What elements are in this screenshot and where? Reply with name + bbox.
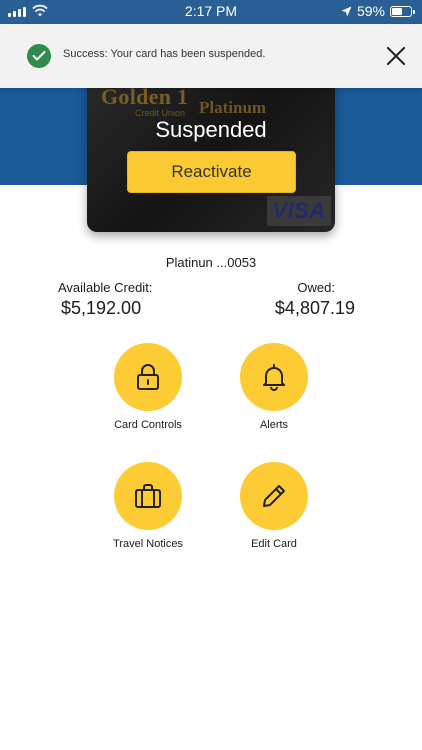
card-controls-button[interactable] xyxy=(114,343,182,411)
battery-icon xyxy=(390,5,415,17)
alerts-button[interactable] xyxy=(240,343,308,411)
battery-percent: 59% xyxy=(356,3,385,19)
alerts-action[interactable]: Alerts xyxy=(219,343,329,431)
reactivate-button[interactable]: Reactivate xyxy=(127,151,296,193)
banner-message: Success: Your card has been suspended. xyxy=(63,48,266,60)
lock-icon xyxy=(137,364,159,390)
owed-label: Owed: xyxy=(297,280,335,295)
card-tier: Platinum xyxy=(199,98,267,117)
edit-card-action[interactable]: Edit Card xyxy=(219,462,329,550)
check-circle-icon xyxy=(27,44,51,68)
success-banner: Success: Your card has been suspended. xyxy=(0,24,422,88)
card-status: Suspended xyxy=(155,117,267,142)
travel-notices-label: Travel Notices xyxy=(113,538,183,550)
visa-logo: VISA xyxy=(267,196,331,226)
card-controls-action[interactable]: Card Controls xyxy=(93,343,203,431)
travel-notices-button[interactable] xyxy=(114,462,182,530)
card-name: Platinun ...0053 xyxy=(165,255,257,270)
available-credit-value: $5,192.00 xyxy=(61,298,142,318)
location-icon xyxy=(341,6,352,16)
bell-icon xyxy=(263,364,285,391)
card-controls-label: Card Controls xyxy=(114,419,182,431)
status-bar: 2:17 PM 59% xyxy=(0,0,422,24)
owed-value: $4,807.19 xyxy=(274,298,355,318)
pencil-icon xyxy=(263,485,285,507)
travel-notices-action[interactable]: Travel Notices xyxy=(93,462,203,550)
edit-card-label: Edit Card xyxy=(251,538,297,550)
credit-card: Golden 1 Credit Union Platinum Suspended… xyxy=(87,70,335,232)
alerts-label: Alerts xyxy=(259,419,289,431)
suitcase-icon xyxy=(135,484,161,508)
close-icon[interactable] xyxy=(387,47,405,65)
edit-card-button[interactable] xyxy=(240,462,308,530)
available-credit-label: Available Credit: xyxy=(58,280,153,295)
